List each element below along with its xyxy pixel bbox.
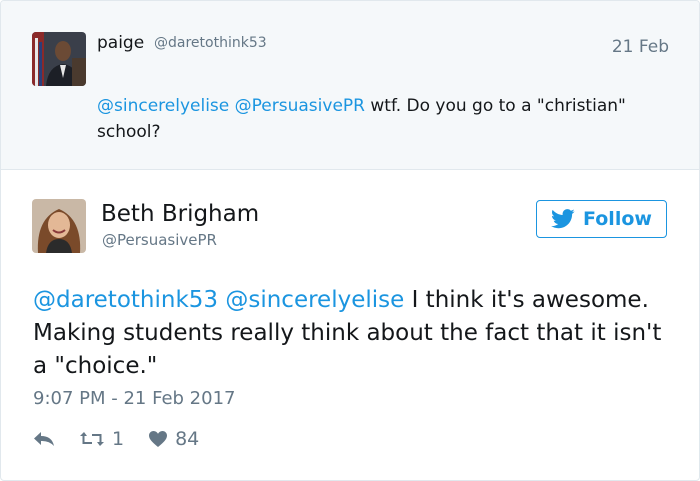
retweet-button[interactable]: 1 [79,428,124,450]
follow-button[interactable]: Follow [536,200,667,238]
reply-author-handle[interactable]: @daretothink53 [154,35,267,51]
reply-author-name[interactable]: paige [97,33,144,53]
mention-link[interactable]: @sincerelyelise [225,287,404,313]
reply-date[interactable]: 21 Feb [612,37,669,57]
author-handle[interactable]: @PersuasivePR [102,231,217,249]
embedded-tweet: paige @daretothink53 21 Feb @sincerelyel… [0,0,700,481]
retweet-icon [80,432,104,446]
avatar[interactable] [32,32,86,86]
avatar[interactable] [32,199,86,253]
retweet-count: 1 [112,428,125,450]
mention-link[interactable]: @daretothink53 [33,287,218,313]
twitter-bird-icon [551,209,575,229]
heart-icon [149,431,168,447]
tweet-timestamp[interactable]: 9:07 PM - 21 Feb 2017 [33,388,236,409]
like-button[interactable]: 84 [148,428,199,450]
quoted-reply[interactable]: paige @daretothink53 21 Feb @sincerelyel… [1,1,699,170]
tweet-actions: 1 84 [33,426,199,452]
mention-link[interactable]: @sincerelyelise [97,96,229,116]
follow-label: Follow [583,208,652,230]
reply-text: @sincerelyelise @PersuasivePR wtf. Do yo… [97,93,677,145]
tweet-text: @daretothink53 @sincerelyelise I think i… [33,284,673,383]
like-count: 84 [175,428,200,450]
reply-button[interactable] [33,431,55,447]
author-name[interactable]: Beth Brigham [101,201,259,227]
mention-link[interactable]: @PersuasivePR [235,96,365,116]
reply-icon [34,432,54,446]
